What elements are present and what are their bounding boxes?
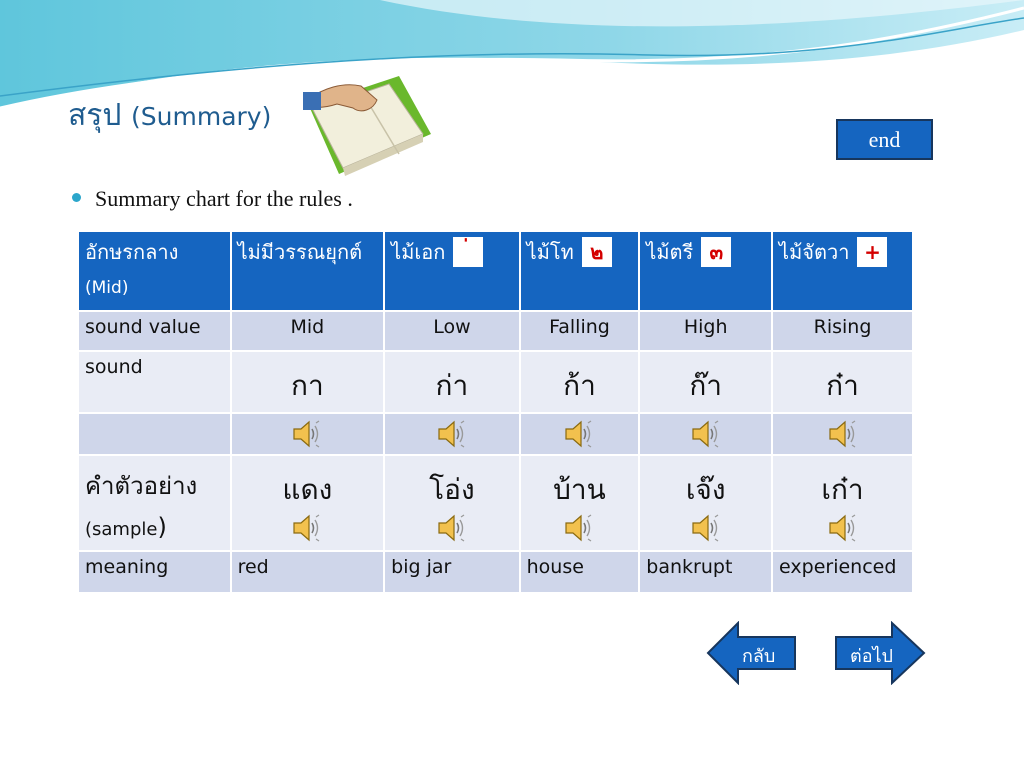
table-cell [771, 412, 914, 456]
table-cell: Mid [229, 310, 386, 352]
speaker-icon[interactable] [690, 512, 722, 544]
title-thai: สรุป [68, 98, 122, 133]
table-cell: โอ่ง [383, 454, 521, 552]
header-cell-mid-class: อักษรกลาง (Mid) [77, 230, 232, 312]
table-row-audio [77, 412, 914, 456]
table-cell: bankrupt [638, 550, 774, 594]
table-cell: กา [229, 350, 386, 414]
table-cell: High [638, 310, 774, 352]
title-english: (Summary) [131, 102, 272, 131]
speaker-icon[interactable] [436, 418, 468, 450]
table-cell: experienced [771, 550, 914, 594]
table-cell [383, 412, 521, 456]
speaker-icon[interactable] [291, 418, 323, 450]
tone-mark-chattawa: + [857, 236, 888, 267]
header-cell-no-tone: ไม่มีวรรณยุกต์ [229, 230, 386, 312]
row-label-sample: คำตัวอย่าง (sample) [77, 454, 232, 552]
header-cell-mai-ek: ไม้เอก่ [383, 230, 521, 312]
table-cell: Rising [771, 310, 914, 352]
table-cell: เก๋า [771, 454, 914, 552]
book-icon [303, 76, 431, 176]
table-cell: Low [383, 310, 521, 352]
table-row-sound: sound กา ก่า ก้า ก๊า ก๋า [77, 350, 914, 414]
speaker-icon[interactable] [436, 512, 468, 544]
next-button[interactable]: ต่อไป [834, 620, 926, 686]
bullet-dot [72, 193, 81, 203]
bullet-item: Summary chart for the rules . [72, 186, 353, 212]
row-label-meaning: meaning [77, 550, 232, 594]
tone-mark-tho: ๒ [581, 236, 612, 267]
table-cell-empty [77, 412, 232, 456]
table-cell [518, 412, 641, 456]
speaker-icon[interactable] [563, 418, 595, 450]
table-cell: Falling [518, 310, 641, 352]
table-row-meaning: meaning red big jar house bankrupt exper… [77, 550, 914, 594]
tone-mark-ek: ่ [453, 236, 484, 267]
table-row-sound-value: sound value Mid Low Falling High Rising [77, 310, 914, 352]
row-label-sound-value: sound value [77, 310, 232, 352]
header-cell-mai-tri: ไม้ตรี๓ [638, 230, 774, 312]
tone-mark-tri: ๓ [701, 236, 732, 267]
table-cell: ก๊า [638, 350, 774, 414]
table-cell: ก๋า [771, 350, 914, 414]
table-cell: ก้า [518, 350, 641, 414]
next-label: ต่อไป [850, 646, 893, 667]
bullet-text: Summary chart for the rules . [95, 186, 353, 211]
row-label-sound: sound [77, 350, 232, 414]
speaker-icon[interactable] [690, 418, 722, 450]
summary-table: อักษรกลาง(Mid) ไม่มีวรรณยุกต์ ไม้เอก่ ไม… [77, 230, 914, 594]
page-title: สรุป (Summary) [68, 92, 271, 139]
table-cell: เจ๊ง [638, 454, 774, 552]
speaker-icon[interactable] [827, 512, 859, 544]
table-cell: big jar [383, 550, 521, 594]
table-cell: บ้าน [518, 454, 641, 552]
end-button[interactable]: end [836, 119, 933, 160]
speaker-icon[interactable] [827, 418, 859, 450]
table-header-row: อักษรกลาง(Mid) ไม่มีวรรณยุกต์ ไม้เอก่ ไม… [77, 230, 914, 312]
table-cell [229, 412, 386, 456]
table-cell [638, 412, 774, 456]
table-cell: house [518, 550, 641, 594]
back-label: กลับ [742, 646, 776, 667]
table-cell: ก่า [383, 350, 521, 414]
table-row-sample: คำตัวอย่าง (sample) แดง โอ่ง บ้าน เจ๊ง เ… [77, 454, 914, 552]
speaker-icon[interactable] [563, 512, 595, 544]
speaker-icon[interactable] [291, 512, 323, 544]
table-cell: แดง [229, 454, 386, 552]
header-cell-mai-tho: ไม้โท๒ [518, 230, 641, 312]
header-cell-mai-chattawa: ไม้จัตวา + [771, 230, 914, 312]
table-cell: red [229, 550, 386, 594]
back-button[interactable]: กลับ [706, 620, 798, 686]
